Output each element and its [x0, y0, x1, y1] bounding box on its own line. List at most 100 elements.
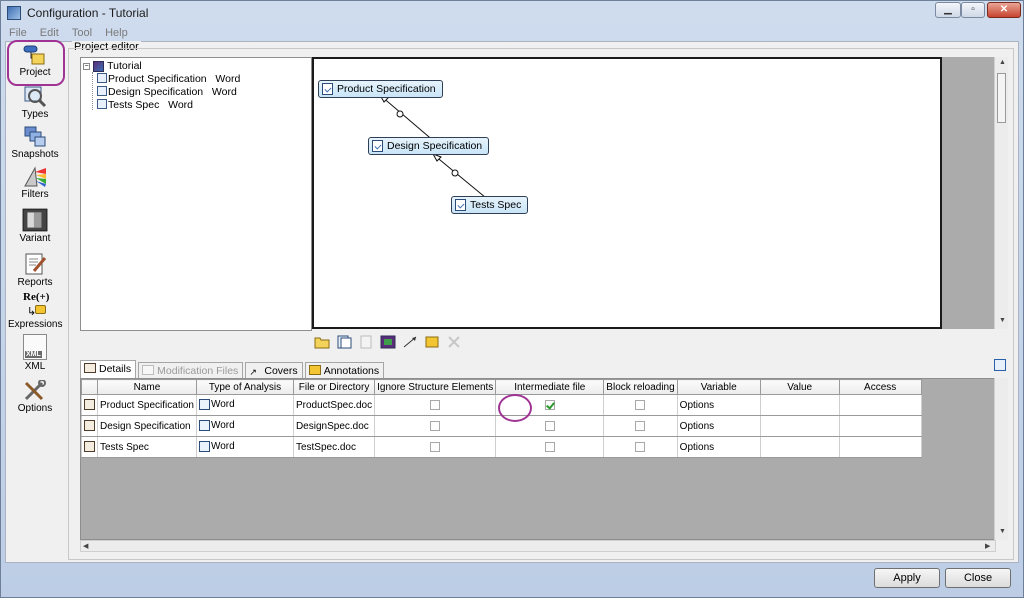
- graph-node-product-spec[interactable]: Product Specification: [318, 80, 443, 98]
- tree-root[interactable]: − Tutorial: [83, 60, 142, 72]
- word-icon: [198, 399, 210, 411]
- row-selector[interactable]: [81, 394, 98, 416]
- cell-type[interactable]: Word: [195, 415, 294, 437]
- tree-item[interactable]: Tests Spec Word: [97, 99, 193, 111]
- cell-value[interactable]: [759, 394, 840, 416]
- table-vertical-scrollbar[interactable]: ▼: [994, 378, 1008, 540]
- cell-value[interactable]: [759, 436, 840, 458]
- tab-modification-files[interactable]: Modification Files: [138, 362, 244, 379]
- row-selector[interactable]: [81, 436, 98, 458]
- scroll-up-icon[interactable]: ▲: [999, 59, 1006, 66]
- detach-panel-icon[interactable]: [994, 359, 1006, 371]
- scroll-right-icon[interactable]: ▶: [985, 542, 990, 550]
- sidebar-item-filters[interactable]: Filters: [8, 166, 62, 200]
- expressions-icon-text: Re(+): [23, 291, 50, 303]
- table-horizontal-scrollbar[interactable]: ◀ ▶: [80, 540, 996, 552]
- tree-root-label: Tutorial: [107, 60, 142, 73]
- cell-variable[interactable]: Options: [676, 436, 761, 458]
- sidebar-item-types[interactable]: Types: [8, 86, 62, 120]
- sidebar-item-snapshots[interactable]: Snapshots: [8, 126, 62, 160]
- sidebar-item-project[interactable]: Project: [8, 44, 62, 78]
- dependency-graph[interactable]: Product Specification Design Specificati…: [312, 57, 942, 329]
- column-header[interactable]: Variable: [676, 379, 761, 395]
- cell-file[interactable]: ProductSpec.doc: [292, 394, 376, 416]
- row-selector[interactable]: [81, 415, 98, 437]
- add-document-icon[interactable]: [336, 335, 352, 349]
- graph-toolbar: [314, 335, 465, 353]
- scroll-down-icon[interactable]: ▼: [999, 317, 1006, 324]
- minimize-button[interactable]: ▁: [935, 2, 961, 18]
- scroll-down-icon[interactable]: ▼: [999, 528, 1006, 535]
- column-header[interactable]: Value: [759, 379, 840, 395]
- project-icon[interactable]: [380, 335, 396, 349]
- project-icon: [23, 45, 45, 65]
- note-icon[interactable]: [424, 335, 440, 349]
- intermediate-file-checkbox[interactable]: [544, 420, 555, 431]
- sidebar-item-variant[interactable]: Variant: [8, 208, 62, 244]
- graph-node-label: Product Specification: [337, 83, 436, 95]
- cell-access[interactable]: [838, 415, 922, 437]
- cell-variable[interactable]: Options: [676, 415, 761, 437]
- sidebar-item-expressions[interactable]: Re(+) ↳ Expressions: [8, 291, 62, 330]
- tab-covers[interactable]: ↗ Covers: [245, 362, 303, 379]
- table-row[interactable]: Design Specification Word DesignSpec.doc…: [81, 415, 922, 437]
- column-header[interactable]: Ignore Structure Elements: [374, 379, 497, 395]
- menu-edit[interactable]: Edit: [40, 27, 59, 39]
- sidebar-item-options[interactable]: Options: [8, 380, 62, 414]
- maximize-button[interactable]: ▫: [961, 2, 985, 18]
- column-header[interactable]: Intermediate file: [495, 379, 605, 395]
- column-header[interactable]: Type of Analysis: [195, 379, 294, 395]
- cell-file[interactable]: DesignSpec.doc: [292, 415, 376, 437]
- cell-file[interactable]: TestSpec.doc: [292, 436, 376, 458]
- cell-name[interactable]: Tests Spec: [97, 436, 197, 458]
- cell-value[interactable]: [759, 415, 840, 437]
- block-reloading-checkbox[interactable]: [635, 441, 646, 452]
- scroll-left-icon[interactable]: ◀: [83, 542, 88, 550]
- document-disabled-icon: [360, 335, 372, 349]
- column-header[interactable]: Block reloading: [603, 379, 678, 395]
- table-row[interactable]: Tests Spec Word TestSpec.doc Options: [81, 436, 922, 458]
- tree-item[interactable]: Design Specification Word: [97, 86, 237, 98]
- sidebar-label-xml: XML: [24, 361, 46, 372]
- sidebar-item-reports[interactable]: Reports: [8, 252, 62, 288]
- graph-vertical-scrollbar[interactable]: ▲ ▼: [994, 57, 1008, 329]
- ignore-structure-checkbox[interactable]: [430, 441, 441, 452]
- graph-node-tests-spec[interactable]: Tests Spec: [451, 196, 529, 214]
- project-tree[interactable]: − Tutorial Product Specification Word De…: [80, 57, 312, 331]
- tab-details[interactable]: Details: [80, 360, 137, 379]
- tree-item[interactable]: Product Specification Word: [97, 73, 240, 85]
- sidebar-item-xml[interactable]: XML XML: [8, 334, 62, 372]
- column-header[interactable]: File or Directory: [292, 379, 376, 395]
- cell-name[interactable]: Design Specification: [97, 415, 197, 437]
- cell-type[interactable]: Word: [195, 436, 294, 458]
- column-header[interactable]: Name: [97, 379, 197, 395]
- menu-help[interactable]: Help: [105, 27, 128, 39]
- filters-icon: [24, 166, 46, 187]
- cell-type-label: Word: [210, 441, 235, 453]
- tab-annotations[interactable]: Annotations: [304, 362, 385, 379]
- menu-tool[interactable]: Tool: [72, 27, 92, 39]
- intermediate-file-checkbox[interactable]: [544, 441, 555, 452]
- cell-type[interactable]: Word: [195, 394, 294, 416]
- intermediate-file-checkbox[interactable]: [544, 399, 555, 410]
- cell-access[interactable]: [838, 394, 922, 416]
- graph-node-design-spec[interactable]: Design Specification: [368, 137, 490, 155]
- tab-label: Annotations: [323, 365, 380, 377]
- cell-variable[interactable]: Options: [676, 394, 761, 416]
- cell-name[interactable]: Product Specification: [97, 394, 197, 416]
- block-reloading-checkbox[interactable]: [635, 399, 646, 410]
- ignore-structure-checkbox[interactable]: [430, 399, 441, 410]
- open-folder-icon[interactable]: [314, 335, 330, 349]
- scroll-thumb[interactable]: [997, 73, 1006, 123]
- close-button[interactable]: Close: [945, 568, 1011, 588]
- reports-icon: [25, 253, 47, 275]
- collapse-icon[interactable]: −: [83, 62, 90, 70]
- apply-button[interactable]: Apply: [874, 568, 940, 588]
- close-window-button[interactable]: ✕: [987, 2, 1021, 18]
- cell-access[interactable]: [838, 436, 922, 458]
- ignore-structure-checkbox[interactable]: [430, 420, 441, 431]
- column-header[interactable]: Access: [838, 379, 922, 395]
- block-reloading-checkbox[interactable]: [635, 420, 646, 431]
- menu-file[interactable]: File: [9, 27, 27, 39]
- link-icon[interactable]: [402, 335, 418, 349]
